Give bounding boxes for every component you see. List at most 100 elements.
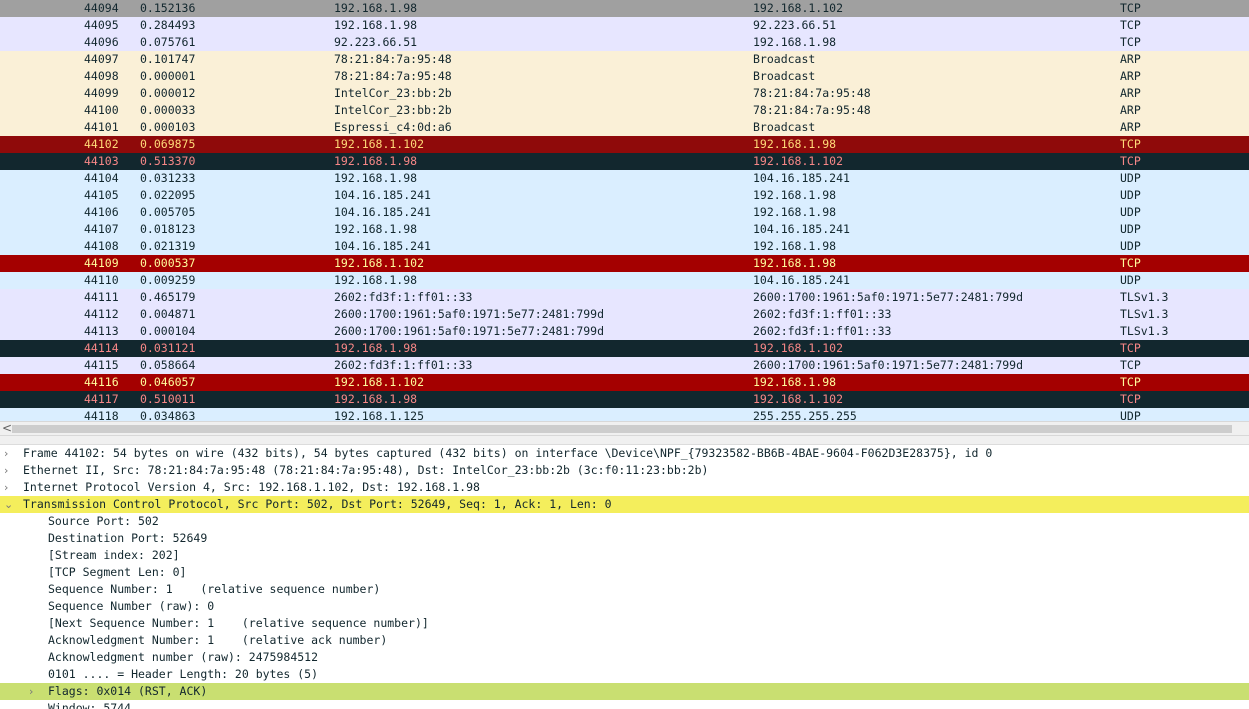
packet-row[interactable]: 44116 0.046057 192.168.1.102 192.168.1.98 TC…: [0, 374, 1249, 391]
detail-text: [Stream index: 202]: [48, 548, 180, 562]
packet-row[interactable]: 44103 0.513370 192.168.1.98 192.168.1.102 TC…: [0, 153, 1249, 170]
detail-tree-item[interactable]: [Stream index: 202]: [0, 547, 1249, 564]
packet-row[interactable]: 44095 0.284493 192.168.1.98 92.223.66.51 TCP: [0, 17, 1249, 34]
scroll-left-icon[interactable]: <: [2, 421, 12, 435]
packet-row[interactable]: 44112 0.004871 2600:1700:1961:5af0:1971:5e…: [0, 306, 1249, 323]
packet-row[interactable]: 44094 0.152136 192.168.1.98 192.168.1.102 TC…: [0, 0, 1249, 17]
detail-text: Acknowledgment number (raw): 2475984512: [48, 650, 319, 664]
packet-protocol-cell: ARP: [1120, 103, 1141, 117]
packet-row[interactable]: 44102 0.069875 192.168.1.102 192.168.1.98 TC…: [0, 136, 1249, 153]
packet-protocol-cell: UDP: [1120, 205, 1141, 219]
packet-time-cell: 0.004871: [140, 307, 196, 321]
packet-number-cell: 44117: [84, 392, 119, 406]
detail-tree-item[interactable]: Acknowledgment number (raw): 2475984512: [0, 649, 1249, 666]
packet-row[interactable]: 44099 0.000012 IntelCor_23:bb:2b 78:21:84:7…: [0, 85, 1249, 102]
packet-list-horizontal-scrollbar[interactable]: <: [0, 421, 1249, 436]
packet-protocol-cell: UDP: [1120, 273, 1141, 287]
detail-tree-item[interactable]: ⌄ Transmission Control Protocol, Src Port…: [0, 496, 1249, 513]
packet-time-cell: 0.101747: [140, 52, 196, 66]
packet-row[interactable]: 44107 0.018123 192.168.1.98 104.16.185.241 U…: [0, 221, 1249, 238]
packet-list[interactable]: 44094 0.152136 192.168.1.98 192.168.1.102 TC…: [0, 0, 1249, 421]
packet-details-rows: › Frame 44102: 54 bytes on wire (432 bits…: [0, 445, 1249, 709]
packet-protocol-cell: TCP: [1120, 1, 1141, 15]
packet-destination-cell: 192.168.1.98: [753, 256, 837, 270]
packet-protocol-cell: ARP: [1120, 52, 1141, 66]
packet-time-cell: 0.005705: [140, 205, 196, 219]
chevron-right-icon[interactable]: ›: [29, 683, 33, 700]
packet-protocol-cell: TCP: [1120, 137, 1141, 151]
packet-row[interactable]: 44109 0.000537 192.168.1.102 192.168.1.98 TC…: [0, 255, 1249, 272]
packet-time-cell: 0.465179: [140, 290, 196, 304]
packet-time-cell: 0.000033: [140, 103, 196, 117]
detail-text: Destination Port: 52649: [48, 531, 208, 545]
packet-time-cell: 0.031121: [140, 341, 196, 355]
packet-time-cell: 0.046057: [140, 375, 196, 389]
packet-source-cell: 192.168.1.102: [334, 375, 425, 389]
scrollbar-thumb[interactable]: [12, 425, 1232, 433]
packet-destination-cell: 192.168.1.102: [753, 341, 844, 355]
packet-row[interactable]: 44110 0.009259 192.168.1.98 104.16.185.241 U…: [0, 272, 1249, 289]
packet-source-cell: 2602:fd3f:1:ff01::33: [334, 290, 473, 304]
packet-row[interactable]: 44111 0.465179 2602:fd3f:1:ff01::33 2600:17…: [0, 289, 1249, 306]
packet-details-tree[interactable]: › Frame 44102: 54 bytes on wire (432 bits…: [0, 445, 1249, 709]
packet-row[interactable]: 44096 0.075761 92.223.66.51 192.168.1.98 TCP: [0, 34, 1249, 51]
packet-row[interactable]: 44097 0.101747 78:21:84:7a:95:48 Broadcast A…: [0, 51, 1249, 68]
packet-number-cell: 44113: [84, 324, 119, 338]
detail-tree-item[interactable]: [TCP Segment Len: 0]: [0, 564, 1249, 581]
detail-tree-item[interactable]: Window: 5744: [0, 700, 1249, 709]
packet-row[interactable]: 44100 0.000033 IntelCor_23:bb:2b 78:21:84:7…: [0, 102, 1249, 119]
detail-tree-item[interactable]: › Internet Protocol Version 4, Src: 192.1…: [0, 479, 1249, 496]
packet-protocol-cell: TCP: [1120, 154, 1141, 168]
packet-row[interactable]: 44105 0.022095 104.16.185.241 192.168.1.98 U…: [0, 187, 1249, 204]
packet-time-cell: 0.510011: [140, 392, 196, 406]
chevron-down-icon[interactable]: ⌄: [4, 496, 13, 513]
packet-row[interactable]: 44098 0.000001 78:21:84:7a:95:48 Broadcast A…: [0, 68, 1249, 85]
packet-source-cell: 2600:1700:1961:5af0:1971:5e77:2481:799d: [334, 307, 605, 321]
packet-number-cell: 44115: [84, 358, 119, 372]
packet-destination-cell: 192.168.1.102: [753, 154, 844, 168]
packet-time-cell: 0.058664: [140, 358, 196, 372]
packet-destination-cell: 192.168.1.102: [753, 392, 844, 406]
packet-protocol-cell: TCP: [1120, 256, 1141, 270]
packet-time-cell: 0.513370: [140, 154, 196, 168]
packet-destination-cell: 2602:fd3f:1:ff01::33: [753, 307, 892, 321]
detail-tree-item[interactable]: Acknowledgment Number: 1 (relative ack n…: [0, 632, 1249, 649]
packet-source-cell: IntelCor_23:bb:2b: [334, 103, 452, 117]
packet-number-cell: 44100: [84, 103, 119, 117]
detail-tree-item[interactable]: › Flags: 0x014 (RST, ACK): [0, 683, 1249, 700]
packet-protocol-cell: TCP: [1120, 35, 1141, 49]
detail-tree-item[interactable]: [Next Sequence Number: 1 (relative seque…: [0, 615, 1249, 632]
detail-tree-item[interactable]: 0101 .... = Header Length: 20 bytes (5): [0, 666, 1249, 683]
packet-number-cell: 44106: [84, 205, 119, 219]
packet-number-cell: 44107: [84, 222, 119, 236]
packet-destination-cell: 2600:1700:1961:5af0:1971:5e77:2481:799d: [753, 358, 1024, 372]
packet-protocol-cell: TCP: [1120, 341, 1141, 355]
detail-tree-item[interactable]: › Frame 44102: 54 bytes on wire (432 bits…: [0, 445, 1249, 462]
packet-protocol-cell: UDP: [1120, 239, 1141, 253]
packet-source-cell: 192.168.1.98: [334, 171, 418, 185]
detail-tree-item[interactable]: Sequence Number: 1 (relative sequence nu…: [0, 581, 1249, 598]
chevron-right-icon[interactable]: ›: [4, 445, 8, 462]
detail-tree-item[interactable]: Source Port: 502: [0, 513, 1249, 530]
packet-row[interactable]: 44101 0.000103 Espressi_c4:0d:a6 Broadcast A…: [0, 119, 1249, 136]
packet-row[interactable]: 44114 0.031121 192.168.1.98 192.168.1.102 TC…: [0, 340, 1249, 357]
packet-row[interactable]: 44108 0.021319 104.16.185.241 192.168.1.98 U…: [0, 238, 1249, 255]
packet-row[interactable]: 44113 0.000104 2600:1700:1961:5af0:1971:5e…: [0, 323, 1249, 340]
packet-row[interactable]: 44106 0.005705 104.16.185.241 192.168.1.98 U…: [0, 204, 1249, 221]
packet-time-cell: 0.284493: [140, 18, 196, 32]
packet-row[interactable]: 44117 0.510011 192.168.1.98 192.168.1.102 TC…: [0, 391, 1249, 408]
packet-row[interactable]: 44115 0.058664 2602:fd3f:1:ff01::33 2600:17…: [0, 357, 1249, 374]
chevron-right-icon[interactable]: ›: [4, 462, 8, 479]
pane-splitter[interactable]: [0, 436, 1249, 445]
detail-tree-item[interactable]: Destination Port: 52649: [0, 530, 1249, 547]
detail-tree-item[interactable]: › Ethernet II, Src: 78:21:84:7a:95:48 (78…: [0, 462, 1249, 479]
packet-destination-cell: 2602:fd3f:1:ff01::33: [753, 324, 892, 338]
chevron-right-icon[interactable]: ›: [4, 479, 8, 496]
packet-number-cell: 44108: [84, 239, 119, 253]
packet-row[interactable]: 44118 0.034863 192.168.1.125 255.255.255.25…: [0, 408, 1249, 421]
detail-tree-item[interactable]: Sequence Number (raw): 0: [0, 598, 1249, 615]
packet-row[interactable]: 44104 0.031233 192.168.1.98 104.16.185.241 U…: [0, 170, 1249, 187]
packet-source-cell: 104.16.185.241: [334, 205, 431, 219]
packet-destination-cell: 192.168.1.98: [753, 137, 837, 151]
packet-time-cell: 0.000001: [140, 69, 196, 83]
